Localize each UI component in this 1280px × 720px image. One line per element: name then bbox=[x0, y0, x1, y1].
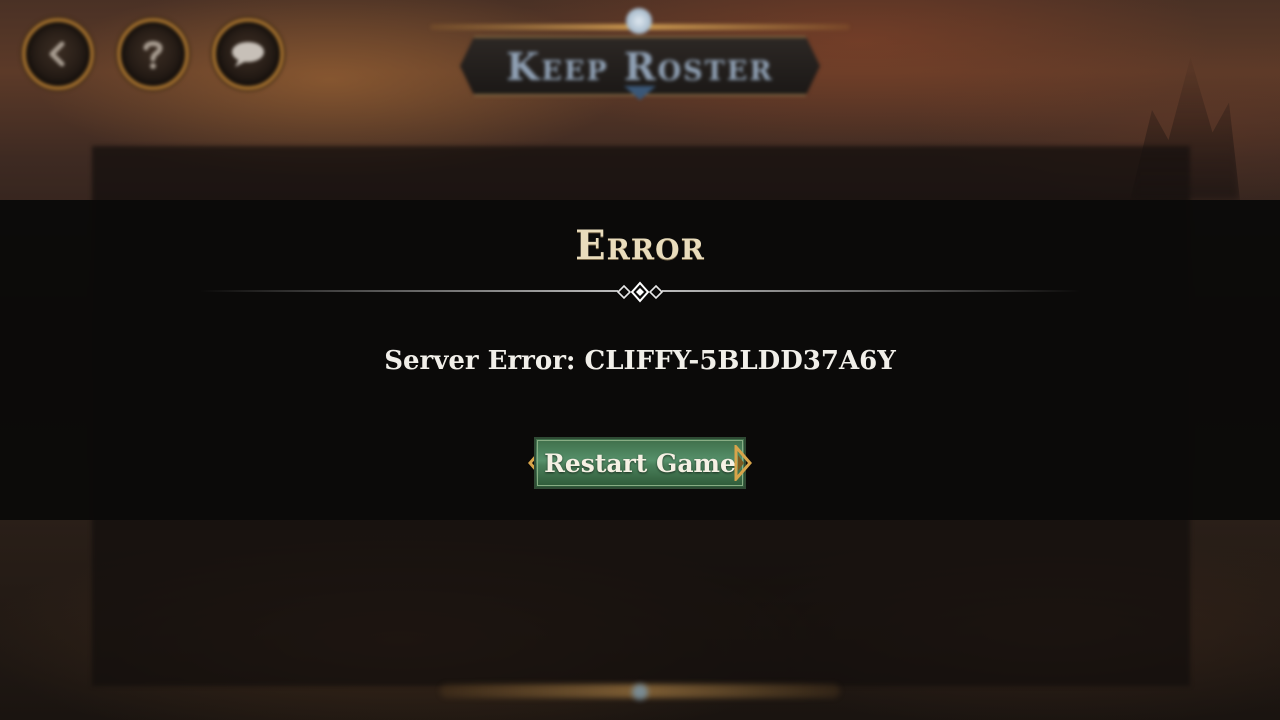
back-button[interactable] bbox=[22, 18, 94, 90]
error-message: Server Error: CLIFFY-5BLDD37A6Y bbox=[384, 346, 896, 376]
diamond-ornament-icon bbox=[616, 281, 664, 303]
background-spires bbox=[1130, 57, 1240, 200]
chevron-left-icon bbox=[49, 41, 65, 67]
roster-banner: Keep Roster bbox=[400, 0, 880, 110]
restart-game-label: Restart Game bbox=[544, 448, 736, 478]
chat-button[interactable] bbox=[212, 18, 284, 90]
restart-game-button[interactable]: Restart Game bbox=[534, 437, 746, 489]
chat-bubble-icon bbox=[232, 42, 264, 67]
banner-gem bbox=[626, 8, 652, 34]
page-title: Keep Roster bbox=[506, 43, 774, 89]
button-cap-right-icon bbox=[734, 445, 752, 481]
question-mark-icon bbox=[143, 41, 163, 69]
game-screen: Keep Roster Error Server Error: CLIFFY-5… bbox=[0, 0, 1280, 720]
blurred-bottom-gem bbox=[632, 684, 648, 700]
divider-right bbox=[662, 290, 1080, 292]
divider-left bbox=[200, 290, 618, 292]
help-button[interactable] bbox=[117, 18, 189, 90]
error-title: Error bbox=[575, 222, 705, 269]
